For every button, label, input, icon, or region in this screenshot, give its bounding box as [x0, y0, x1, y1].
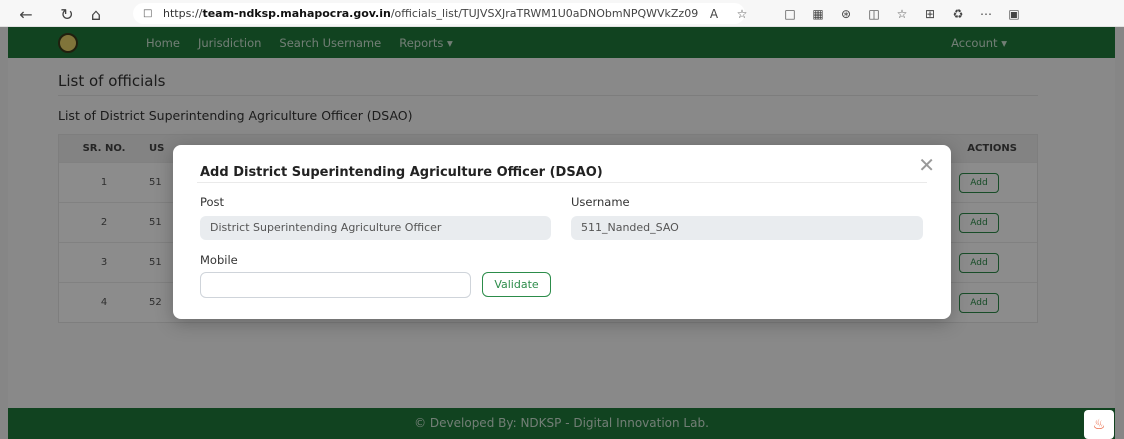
more-icon[interactable]: ⋯	[972, 4, 1000, 24]
add-dsao-modal: Add District Superintending Agriculture …	[173, 145, 951, 319]
close-icon[interactable]: ✕	[918, 153, 935, 177]
read-aloud-icon[interactable]: A	[700, 4, 728, 24]
extension-icon[interactable]: ♻	[944, 4, 972, 24]
browser-toolbar: ← ↻ ⌂ □ https://team-ndksp.mahapocra.gov…	[0, 0, 1124, 27]
favorites-icon[interactable]: ☆	[888, 4, 916, 24]
back-icon[interactable]: ←	[14, 2, 38, 26]
mobile-input[interactable]	[200, 272, 471, 298]
post-field: District Superintending Agriculture Offi…	[200, 216, 551, 240]
divider	[197, 182, 927, 183]
browser-extension-icons: A ☆ □ ▦ ⊛ ◫ ☆ ⊞ ♻ ⋯ ▣	[700, 4, 1028, 24]
split-screen-icon[interactable]: ◫	[860, 4, 888, 24]
extension-icon[interactable]: □	[776, 4, 804, 24]
username-field: 511_Nanded_SAO	[571, 216, 923, 240]
url-host: team-ndksp.mahapocra.gov.in	[202, 7, 391, 20]
url-path: /officials_list/TUJVSXJraTRWM1U0aDNObmNP…	[390, 7, 699, 20]
address-bar[interactable]: □ https://team-ndksp.mahapocra.gov.in/of…	[133, 3, 745, 24]
username-label: Username	[571, 195, 630, 209]
flame-icon[interactable]: ♨	[1084, 410, 1114, 439]
url-prefix: https://	[163, 7, 203, 20]
refresh-icon[interactable]: ↻	[55, 2, 79, 26]
sidebar-icon[interactable]: ▣	[1000, 4, 1028, 24]
favorite-icon[interactable]: ☆	[728, 4, 756, 24]
extension-icon[interactable]: ▦	[804, 4, 832, 24]
lock-icon: □	[143, 7, 153, 19]
validate-button[interactable]: Validate	[482, 272, 551, 297]
extension-icon[interactable]: ⊛	[832, 4, 860, 24]
home-icon[interactable]: ⌂	[84, 2, 108, 26]
modal-title: Add District Superintending Agriculture …	[200, 165, 603, 180]
post-label: Post	[200, 195, 225, 209]
collections-icon[interactable]: ⊞	[916, 4, 944, 24]
mobile-label: Mobile	[200, 253, 238, 267]
